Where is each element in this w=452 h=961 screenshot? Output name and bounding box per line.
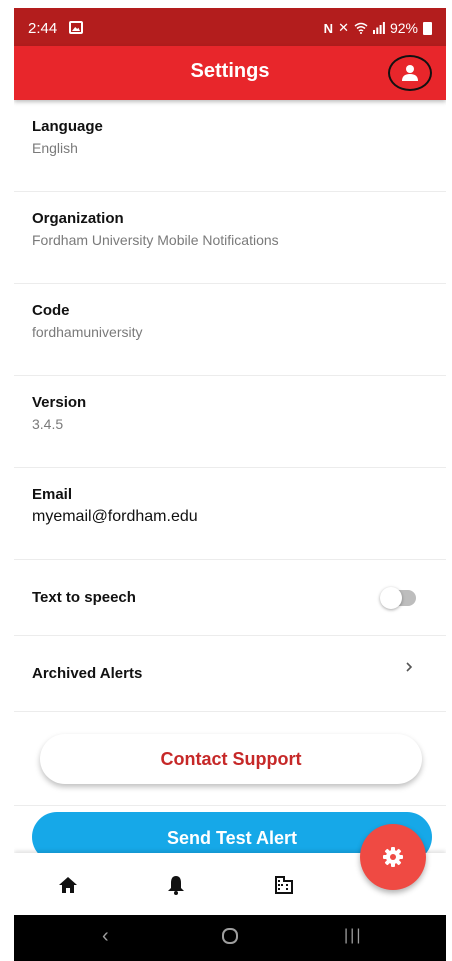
app-screen: 2:44 N ✕ 92% Settings Language English O…: [14, 8, 446, 915]
toggle-knob: [380, 587, 402, 609]
gear-icon: [383, 847, 403, 867]
contact-support-section: Contact Support: [14, 712, 446, 806]
status-bar: 2:44 N ✕ 92%: [14, 8, 446, 46]
organization-row: Organization Fordham University Mobile N…: [14, 192, 446, 284]
person-icon: [402, 65, 418, 81]
nav-alerts[interactable]: [164, 873, 188, 897]
settings-fab[interactable]: [360, 824, 426, 890]
contact-support-button[interactable]: Contact Support: [40, 734, 422, 784]
recents-icon[interactable]: |||: [344, 927, 362, 945]
chevron-right-icon: [406, 662, 413, 672]
version-value: 3.4.5: [32, 416, 64, 432]
nfc-icon: N: [323, 20, 334, 36]
language-value: English: [32, 140, 78, 156]
nav-organization[interactable]: [272, 873, 296, 897]
status-icons: N ✕ 92%: [324, 20, 432, 36]
text-to-speech-toggle[interactable]: [380, 587, 416, 609]
archived-alerts-row[interactable]: Archived Alerts: [14, 636, 446, 712]
text-to-speech-label: Text to speech: [32, 589, 136, 606]
system-nav-bar: ‹ |||: [14, 915, 446, 961]
profile-button[interactable]: [388, 55, 432, 91]
back-icon[interactable]: ‹: [102, 925, 109, 948]
mute-icon: ✕: [338, 20, 349, 35]
language-row[interactable]: Language English: [14, 100, 446, 192]
version-row: Version 3.4.5: [14, 376, 446, 468]
email-value: myemail@fordham.edu: [32, 508, 198, 525]
signal-icon: [372, 22, 385, 34]
text-to-speech-row: Text to speech: [14, 560, 446, 636]
settings-list: Language English Organization Fordham Un…: [14, 100, 446, 806]
email-label: Email: [32, 486, 73, 503]
status-time: 2:44: [28, 20, 58, 37]
wifi-icon: [354, 22, 368, 34]
email-row[interactable]: Email myemail@fordham.edu: [14, 468, 446, 560]
organization-value: Fordham University Mobile Notifications: [32, 232, 279, 248]
code-row: Code fordhamuniversity: [14, 284, 446, 376]
phone-frame: 2:44 N ✕ 92% Settings Language English O…: [0, 0, 452, 961]
battery-icon: [423, 21, 432, 35]
code-label: Code: [32, 302, 70, 319]
nav-home[interactable]: [56, 873, 80, 897]
bell-icon: [168, 876, 184, 895]
home-button-icon[interactable]: [222, 928, 238, 944]
page-title: Settings: [190, 60, 270, 82]
home-icon: [59, 877, 77, 893]
organization-label: Organization: [32, 210, 124, 227]
archived-alerts-label: Archived Alerts: [32, 665, 143, 682]
building-icon: [275, 876, 293, 894]
battery-percent: 92%: [389, 20, 418, 36]
app-bar: Settings: [14, 46, 446, 100]
version-label: Version: [32, 394, 87, 411]
language-label: Language: [32, 118, 103, 135]
code-value: fordhamuniversity: [32, 324, 143, 340]
photo-notification-icon: [69, 21, 83, 34]
